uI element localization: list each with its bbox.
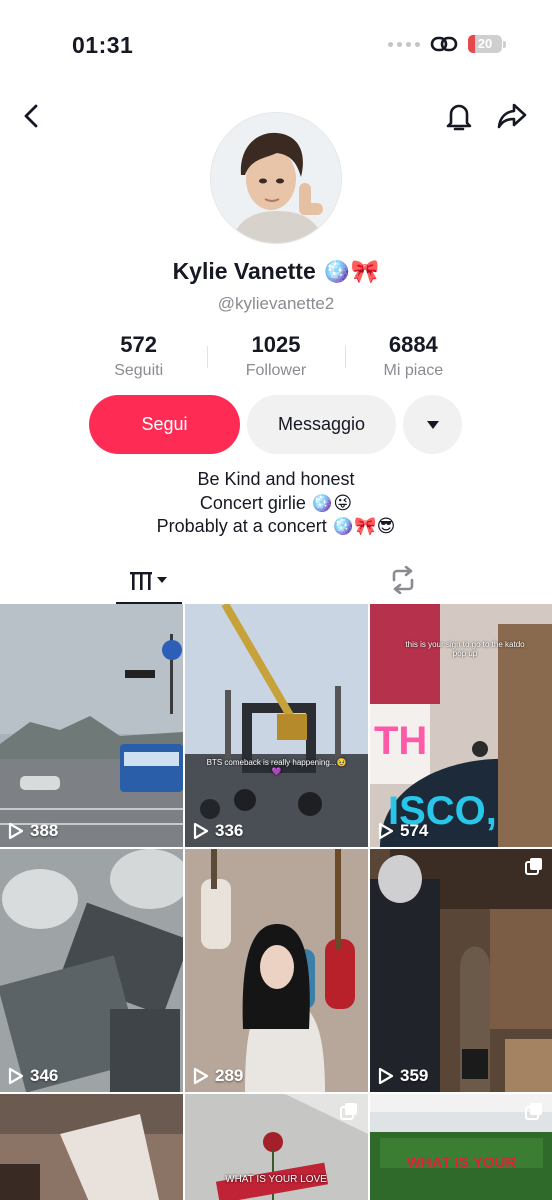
tab-reposts[interactable] [370, 556, 436, 604]
video-thumbnail[interactable]: 359 [370, 849, 552, 1092]
view-count-text: 289 [215, 1066, 244, 1085]
profile-handle: @kylievanette2 [217, 294, 335, 313]
profile-name-emoji: 🪩🎀 [322, 258, 380, 284]
bio-line: Be Kind and honest [197, 469, 355, 489]
chevron-left-icon [24, 104, 38, 128]
battery-level: 20 [477, 36, 493, 51]
multi-photo-icon [525, 1103, 542, 1120]
play-icon [8, 1067, 24, 1085]
svg-text:TH: TH [374, 719, 427, 763]
repost-icon [392, 566, 414, 594]
video-thumbnail[interactable]: BTS comeback is really happening...🥹💜 33… [185, 604, 368, 847]
play-icon [378, 822, 394, 840]
caret-down-icon [426, 420, 439, 429]
video-caption: WHAT IS YOUR LOVE [225, 1174, 327, 1185]
clock: 01:31 [72, 32, 134, 58]
view-count: 388 [8, 821, 58, 841]
share-icon [497, 103, 527, 129]
video-thumbnail-image [185, 849, 368, 1092]
video-thumbnail[interactable]: 346 [0, 849, 183, 1092]
stat-followers-label: Follower [245, 362, 307, 379]
more-options-button[interactable] [403, 395, 462, 454]
status-icons: 20 [388, 34, 506, 54]
view-count-text: 336 [215, 821, 244, 840]
play-icon [378, 1067, 394, 1085]
multi-photo-icon [525, 858, 542, 875]
battery-icon: 20 [468, 35, 506, 53]
video-thumbnail-image [0, 604, 183, 847]
bio-line: Probably at a concert 🪩🎀😎 [156, 516, 396, 536]
stat-following-label: Seguiti [114, 362, 164, 379]
stat-likes-label: Mi piace [383, 362, 444, 379]
play-icon [8, 822, 24, 840]
play-icon [193, 1067, 209, 1085]
follow-button[interactable]: Segui [89, 395, 240, 454]
link-icon [430, 36, 458, 52]
stat-following-value: 572 [120, 332, 158, 357]
view-count-text: 388 [30, 821, 59, 840]
profile-tabs [0, 556, 552, 604]
tab-videos[interactable] [116, 556, 182, 604]
video-caption: WHAT IS YOUR [406, 1154, 517, 1171]
video-thumbnail-image [0, 1094, 183, 1200]
profile-name: Kylie Vanette 🪩🎀 [0, 258, 552, 285]
video-thumbnail-image [370, 849, 552, 1092]
stat-likes-value: 6884 [388, 332, 438, 357]
signal-dots-icon [388, 41, 420, 47]
back-button[interactable] [10, 94, 54, 138]
stat-followers-value: 1025 [251, 332, 301, 357]
profile-bio: Be Kind and honest Concert girlie 🪩😜 Pro… [0, 468, 552, 539]
video-thumbnail[interactable] [0, 1094, 183, 1200]
view-count-text: 574 [400, 821, 429, 840]
video-thumbnail-image [0, 849, 183, 1092]
share-button[interactable] [490, 94, 534, 138]
profile-stats: 572 Seguiti 1025 Follower 6884 Mi piace [70, 332, 482, 380]
status-bar: 01:31 20 [0, 0, 552, 90]
profile-name-text: Kylie Vanette [172, 258, 316, 284]
video-thumbnail[interactable]: WHAT IS YOUR [370, 1094, 552, 1200]
stat-followers[interactable]: 1025 Follower [207, 332, 344, 380]
stat-following[interactable]: 572 Seguiti [70, 332, 207, 380]
video-thumbnail[interactable]: WHAT IS YOUR LOVE [185, 1094, 368, 1200]
message-button[interactable]: Messaggio [247, 395, 396, 454]
view-count: 574 [378, 821, 428, 841]
video-caption: BTS comeback is really happening...🥹💜 [206, 758, 347, 776]
video-thumbnail[interactable]: 289 [185, 849, 368, 1092]
play-icon [193, 822, 209, 840]
view-count: 359 [378, 1066, 428, 1086]
multi-photo-icon [340, 1103, 357, 1120]
video-caption: this is your sign to go to the katdo pop… [405, 640, 525, 658]
bell-icon [446, 104, 472, 131]
video-thumbnail[interactable]: 388 [0, 604, 183, 847]
video-thumbnail[interactable]: TH ISCO, this is your sign to go to the … [370, 604, 552, 847]
profile-actions: Segui Messaggio [89, 395, 462, 454]
grid-icon [130, 572, 167, 590]
video-thumbnail-image [185, 604, 368, 847]
bio-line: Concert girlie 🪩😜 [199, 492, 353, 513]
view-count: 336 [193, 821, 243, 841]
avatar[interactable] [210, 112, 342, 244]
view-count: 289 [193, 1066, 243, 1086]
notifications-button[interactable] [437, 94, 481, 138]
view-count-text: 359 [400, 1066, 429, 1085]
view-count: 346 [8, 1066, 58, 1086]
view-count-text: 346 [30, 1066, 59, 1085]
avatar-photo [211, 113, 341, 243]
stat-likes[interactable]: 6884 Mi piace [344, 332, 482, 380]
